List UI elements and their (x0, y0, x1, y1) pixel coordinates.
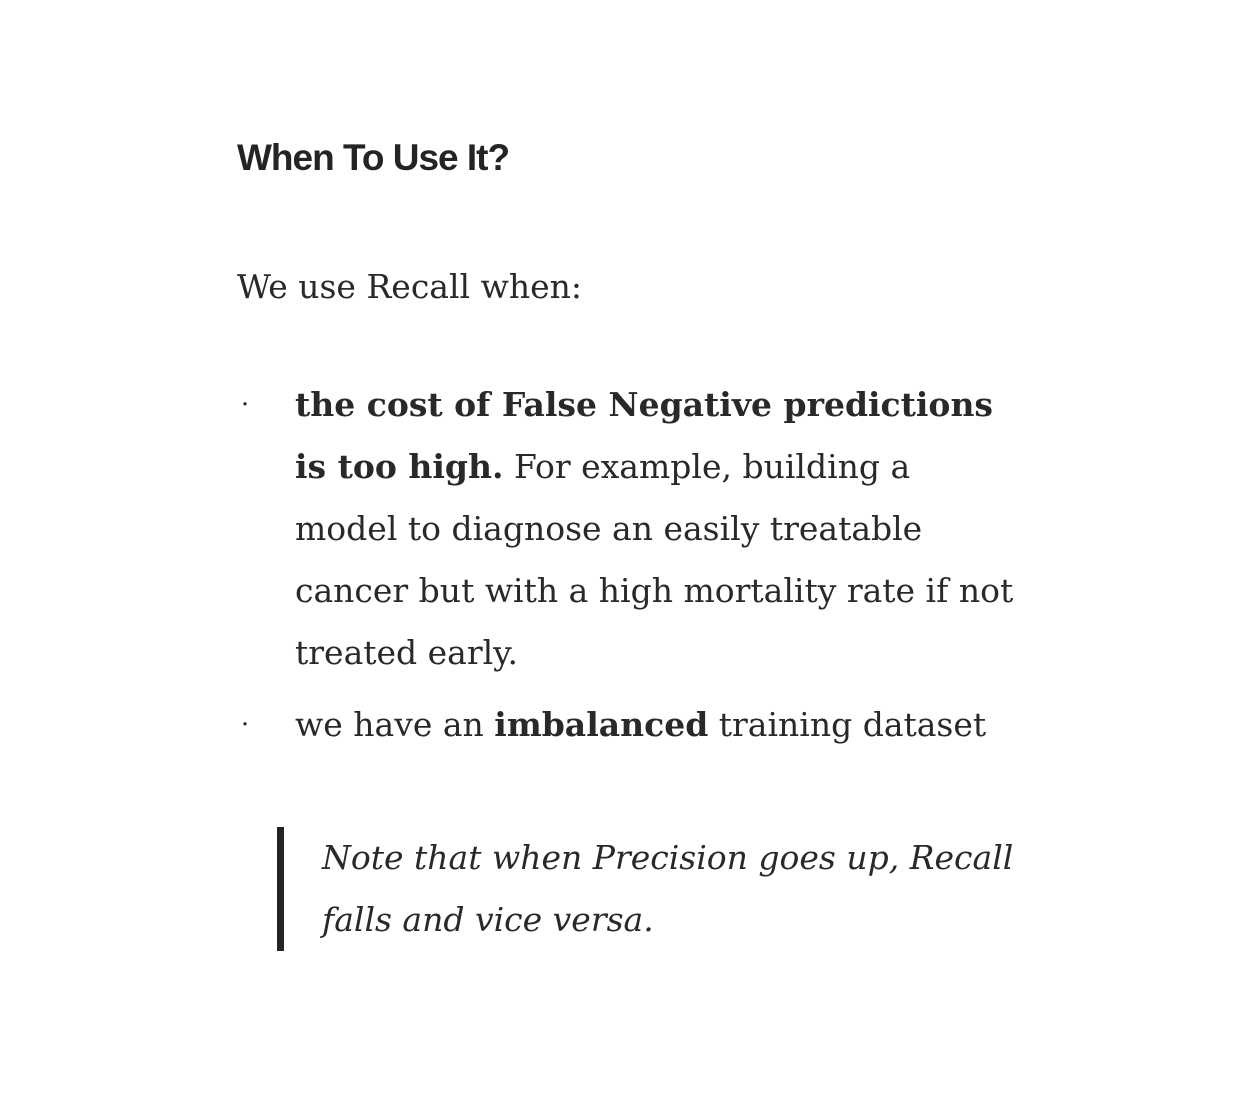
plain-text: training dataset (708, 705, 987, 744)
plain-text: we have an (295, 705, 495, 744)
list-item: · the cost of False Negative predictions… (237, 374, 1027, 684)
bold-phrase: imbalanced (494, 705, 709, 744)
bullet-dot-icon: · (240, 710, 250, 740)
bullet-dot-icon: · (240, 390, 250, 420)
list-item-text: we have an imbalanced training dataset (295, 694, 1015, 756)
list-item: · we have an imbalanced training dataset (237, 694, 1027, 756)
quote-text: Note that when Precision goes up, Recall… (322, 838, 1014, 939)
note-blockquote: Note that when Precision goes up, Recall… (277, 827, 1057, 951)
bullet-list: · the cost of False Negative predictions… (237, 374, 1027, 766)
intro-paragraph: We use Recall when: (237, 267, 582, 306)
section-heading: When To Use It? (237, 137, 510, 178)
list-item-text: the cost of False Negative predictions i… (295, 374, 1015, 684)
